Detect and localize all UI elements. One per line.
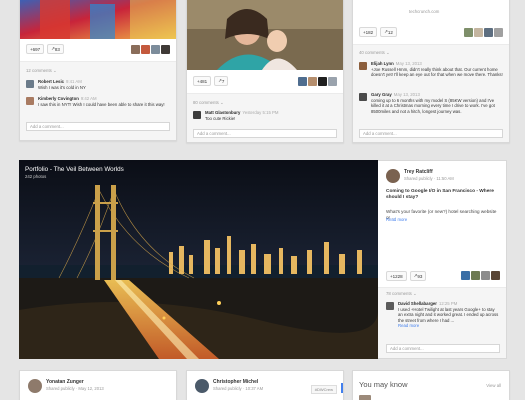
avatar[interactable] [26,97,34,105]
avatar[interactable] [131,45,140,54]
avatar[interactable] [359,93,367,101]
add-comment-input[interactable]: Add a comment... [26,122,170,131]
album-photo-count: 242 photos [25,174,47,179]
comment-author[interactable]: Elijah Lynn [371,61,394,66]
avatar[interactable] [28,379,42,393]
post-photo-bowling[interactable] [20,0,176,39]
avatar[interactable] [26,80,34,88]
comment: Matt Glastonbury Yesterday 5:15 PM Too cut… [193,110,337,121]
avatar[interactable] [359,395,371,400]
avatar[interactable] [484,28,493,37]
avatar[interactable] [141,45,150,54]
post-time[interactable]: 11:50 AM [436,176,453,181]
post-card-bottom-2: Christopher Michel Shared publicly · 10:… [186,370,344,400]
avatar[interactable] [474,28,483,37]
family-photo-image [187,0,343,70]
author-name[interactable]: Trey Ratcliff [404,169,454,175]
comments-count[interactable]: 40 comments ⌄ [359,50,390,56]
featured-photo[interactable]: Portfolio - The Veil Between Worlds 242 … [19,160,378,359]
bowling-image [20,0,176,39]
avatar[interactable] [151,45,160,54]
post-card-1: +697 ↗ 83 12 comments ⌄ Robert Lesic 9:41 … [19,0,177,141]
add-comment-input[interactable]: Add a comment... [386,344,500,353]
avatar[interactable] [298,77,307,86]
plus-one-button[interactable]: +481 [193,76,212,86]
plus-one-button[interactable]: +182 [359,27,378,37]
featured-post-panel: Trey Ratcliff Shared publicly · 11:50 AM… [378,160,507,359]
avatar[interactable] [386,169,400,183]
add-comment-input[interactable]: Add a comment... [193,129,337,138]
comment-author[interactable]: Matt Glastonbury [205,110,240,115]
plussers-avatars [464,28,503,37]
add-comment-input[interactable]: Add a comment... [359,129,503,138]
comment-read-more-link[interactable]: Read more [398,323,419,328]
share-button[interactable]: ↗ 7 [214,76,229,86]
share-button[interactable]: ↗ 93 [409,271,427,281]
plussers-avatars [298,77,337,86]
comments-count[interactable]: 78 comments ⌄ [386,291,417,297]
post-card-bottom-1: Yonatan Zunger Shared publicly · May 12,… [19,370,177,400]
comment: Kimberly Covington 9:42 AM I saw this in N… [26,96,170,107]
comments-count[interactable]: 80 comments ⌄ [193,100,224,106]
hashtag-chip[interactable]: #DWCrew [310,385,337,394]
post-card-2: +481 ↗ 7 80 comments ⌄ Matt Glastonbury Ye… [186,0,344,143]
avatar[interactable] [359,62,367,70]
comment: Elijah Lynn May 13, 2013 +Joe Russell Hmm,… [359,61,503,78]
author-name[interactable]: Christopher Michel [213,379,263,385]
avatar[interactable] [461,271,470,280]
avatar[interactable] [161,45,170,54]
avatar[interactable] [195,379,209,393]
avatar[interactable] [494,28,503,37]
comment-author[interactable]: Kimberly Covington [38,96,79,101]
avatar[interactable] [318,77,327,86]
avatar[interactable] [471,271,480,280]
visibility-label[interactable]: Shared publicly [213,386,242,391]
plussers-avatars [461,271,500,280]
comment-author[interactable]: Gary Gray [371,92,392,97]
album-title[interactable]: Portfolio - The Veil Between Worlds [25,166,124,173]
post-photo-family[interactable] [187,0,343,70]
read-more-link[interactable]: Read more [386,217,407,222]
avatar[interactable] [328,77,337,86]
view-all-link[interactable]: View all [486,383,501,388]
visibility-label[interactable]: Shared publicly [404,176,433,181]
post-body: Coming to Google I/O in San Francisco - … [386,189,494,201]
you-may-know-card: You may know View all [352,370,510,400]
comment-author[interactable]: David Shellabarger [398,301,437,306]
comment-author[interactable]: Robert Lesic [38,79,64,84]
avatar[interactable] [491,271,500,280]
you-may-know-title: You may know [359,380,408,389]
new-indicator [341,383,343,393]
comment: Robert Lesic 9:41 AM Wish I was it's cold … [26,79,170,90]
avatar[interactable] [308,77,317,86]
comment: David Shellabarger 12:25 PM I used +Hotel … [386,301,500,329]
plussers-avatars [131,45,170,54]
avatar[interactable] [481,271,490,280]
avatar[interactable] [464,28,473,37]
share-button[interactable]: ↗ 83 [47,44,64,54]
comment: Gary Gray May 13, 2013 coming up to 6 mont… [359,92,503,114]
comments-count[interactable]: 12 comments ⌄ [26,68,57,74]
link-preview-domain[interactable]: techcrunch.com [409,9,439,14]
plus-one-button[interactable]: +1228 [386,271,407,281]
author-row: Trey Ratcliff Shared publicly · 11:50 AM [386,169,454,183]
bridge-night-image [19,160,378,359]
plus-one-button[interactable]: +697 [26,44,45,54]
post-time[interactable]: 10:37 AM [245,386,263,391]
post-time[interactable]: May 12, 2013 [78,386,103,391]
avatar[interactable] [386,302,394,310]
share-button[interactable]: ↗ 12 [380,27,397,37]
post-card-3: techcrunch.com +182 ↗ 12 40 comments ⌄ El… [352,0,510,143]
visibility-label[interactable]: Shared publicly [46,386,75,391]
author-name[interactable]: Yonatan Zunger [46,379,104,385]
avatar[interactable] [193,111,201,119]
